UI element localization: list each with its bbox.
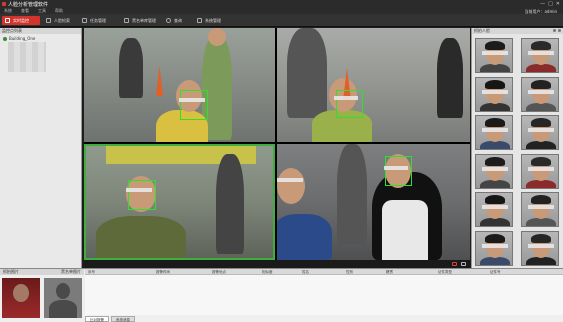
video-cell-1[interactable]	[84, 28, 275, 142]
monitor-icon	[5, 18, 10, 23]
app-logo-icon	[2, 2, 6, 6]
face-detection-box	[385, 156, 412, 186]
record-icon[interactable]	[452, 262, 457, 266]
tab-system-management[interactable]: 系统管理	[197, 16, 221, 25]
snapshot-thumbnail[interactable]	[475, 115, 513, 150]
silhouette-icon	[56, 283, 70, 299]
tab-blacklist-library[interactable]: 黑名单库管理	[124, 16, 156, 25]
column-header[interactable]: 姓名	[299, 269, 343, 274]
column-header[interactable]: 序号	[85, 269, 153, 274]
alarm-table-header: 序号 报警时间 报警地点 相似度 姓名 性别 籍贯 证件类型 证件号	[85, 269, 563, 275]
face-blur	[126, 188, 152, 192]
face-detection-box	[180, 90, 208, 120]
video-toolbar	[84, 260, 470, 268]
captured-face	[13, 284, 29, 302]
face-blur	[334, 96, 358, 100]
compare-header: 抓拍图片 黑名单图片	[0, 269, 84, 275]
tab-label: 查询	[174, 17, 182, 23]
snapshot-thumbnail[interactable]	[521, 192, 559, 227]
column-header[interactable]: 证件类型	[435, 269, 487, 274]
snapshot-thumbnail[interactable]	[475, 38, 513, 73]
capture-label: 抓拍图片	[3, 269, 19, 274]
snapshot-thumbnail[interactable]	[475, 153, 513, 189]
video-cell-4[interactable]	[277, 144, 470, 260]
alarm-panel: 抓拍图片 黑名单图片 序号 报警时间 报警地点 相似度 姓名 性别 籍贯 证件类型 证件号 比对…	[0, 268, 563, 322]
task-icon	[82, 18, 87, 23]
video-cell-2[interactable]	[277, 28, 470, 142]
column-header[interactable]: 相似度	[259, 269, 299, 274]
street-scene	[84, 28, 275, 142]
blacklist-label: 黑名单图片	[61, 269, 81, 274]
tab-label: 任务管理	[90, 17, 106, 23]
maximize-icon[interactable]: □	[548, 1, 553, 7]
tab-face-search[interactable]: 人脸检索	[46, 16, 70, 25]
face-blur	[179, 98, 205, 102]
column-header[interactable]: 证件号	[487, 269, 563, 274]
street-scene	[277, 144, 470, 260]
video-grid	[84, 28, 470, 260]
face-snapshot-panel: 抓拍人脸	[471, 28, 563, 268]
tab-label: 人脸检索	[54, 17, 70, 23]
minimize-icon[interactable]: —	[540, 1, 545, 7]
app-title: 人脸分析管理软件	[8, 2, 49, 8]
tab-task-management[interactable]: 任务管理	[82, 16, 106, 25]
panel-title: 抓拍人脸	[472, 28, 563, 34]
close-icon[interactable]: ✕	[556, 1, 560, 7]
tab-label: 系统管理	[205, 17, 221, 23]
database-icon	[124, 18, 129, 23]
app-window: 人脸分析管理软件 — □ ✕ 系统 查看 工具 帮助 当前用户：admin 实时…	[0, 0, 563, 322]
street-scene	[86, 146, 273, 258]
bottom-tab-bar: 比对报警 系统消息	[85, 316, 135, 322]
snapshot-thumbnail[interactable]	[521, 76, 559, 112]
tree-children-blurred	[8, 42, 46, 72]
snapshot-thumbnail[interactable]	[475, 76, 513, 112]
tab-system-message[interactable]: 系统消息	[111, 316, 135, 322]
main-tab-bar: 实时监控 人脸检索 任务管理 黑名单库管理 查询 系统管理	[0, 14, 563, 27]
video-cell-3-selected[interactable]	[84, 144, 275, 260]
snapshot-thumbnail[interactable]	[521, 230, 559, 266]
alarm-table: 序号 报警时间 报警地点 相似度 姓名 性别 籍贯 证件类型 证件号	[85, 269, 563, 315]
face-blur	[384, 166, 408, 170]
column-header[interactable]: 籍贯	[383, 269, 435, 274]
column-header[interactable]: 性别	[343, 269, 383, 274]
search-icon	[166, 18, 171, 23]
tab-label: 实时监控	[13, 17, 29, 23]
building-icon	[3, 36, 7, 41]
camera-tree-panel: 监控点列表 Building_One	[0, 28, 82, 268]
panel-title: 监控点列表	[0, 28, 81, 34]
tree-node-label: Building_One	[9, 36, 36, 41]
snapshot-thumbnail[interactable]	[475, 192, 513, 227]
window-controls: — □ ✕	[540, 1, 560, 7]
column-header[interactable]: 报警地点	[209, 269, 259, 274]
silhouette-body	[49, 300, 77, 318]
tree-node-building[interactable]: Building_One	[3, 36, 35, 41]
captured-face-photo	[2, 278, 40, 318]
snapshot-thumbnail[interactable]	[521, 38, 559, 73]
tab-live-monitor[interactable]: 实时监控	[2, 16, 40, 25]
face-detection-box	[336, 90, 363, 118]
settings-icon	[197, 18, 202, 23]
street-scene	[277, 28, 470, 142]
title-bar: 人脸分析管理软件 — □ ✕	[0, 0, 563, 8]
tab-query[interactable]: 查询	[166, 16, 182, 25]
tab-label: 黑名单库管理	[132, 17, 156, 23]
clear-icon[interactable]	[558, 29, 561, 32]
snapshot-icon[interactable]	[461, 262, 466, 266]
snapshot-thumbnail[interactable]	[475, 230, 513, 266]
column-header[interactable]: 报警时间	[153, 269, 209, 274]
panel-actions	[553, 29, 561, 32]
snapshot-thumbnail[interactable]	[521, 153, 559, 189]
face-detection-box	[128, 180, 156, 210]
blacklist-photo-placeholder	[44, 278, 82, 318]
face-search-icon	[46, 18, 51, 23]
snapshot-thumbnail[interactable]	[521, 115, 559, 150]
settings-icon[interactable]	[553, 29, 556, 32]
face-blur	[277, 178, 303, 182]
tab-compare-alarm[interactable]: 比对报警	[85, 316, 109, 322]
